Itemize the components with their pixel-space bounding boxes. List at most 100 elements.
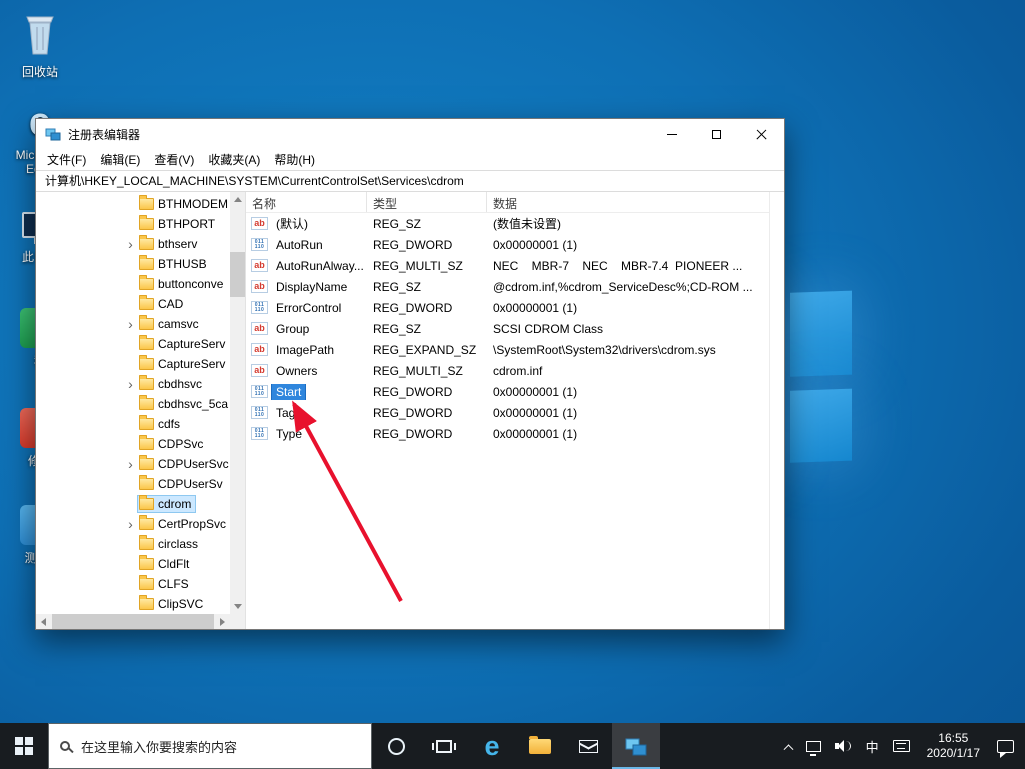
chevron-right-icon[interactable]: › <box>124 315 137 333</box>
column-header[interactable]: 名称 <box>246 192 367 212</box>
tree-item-label: CertPropSvc <box>158 517 227 531</box>
registry-value-row[interactable]: 011 110 ErrorControl REG_DWORD 0x00000001 (1… <box>246 297 769 318</box>
folder-icon <box>139 295 154 310</box>
chevron-right-icon[interactable]: › <box>124 455 137 473</box>
titlebar[interactable]: 注册表编辑器 <box>36 119 784 149</box>
menu-item[interactable]: 编辑(E) <box>93 149 147 170</box>
tree-item-BTHUSB[interactable]: BTHUSB <box>36 254 230 274</box>
column-header[interactable]: 类型 <box>367 192 487 212</box>
cortana-button[interactable] <box>372 723 420 769</box>
registry-value-row[interactable]: ab Group REG_SZ SCSI CDROM Class <box>246 318 769 339</box>
tree-item-CDPUserSvc[interactable]: › CDPUserSvc <box>36 454 230 474</box>
registry-value-row[interactable]: ab ImagePath REG_EXPAND_SZ \SystemRoot\Syst… <box>246 339 769 360</box>
values-scrollbar-track[interactable] <box>769 192 784 629</box>
volume-tray-button[interactable] <box>828 723 859 769</box>
maximize-button[interactable] <box>694 119 739 149</box>
tree-item-CDPUserSv[interactable]: CDPUserSv <box>36 474 230 494</box>
registry-value-row[interactable]: 011 110 Start REG_DWORD 0x00000001 (1) <box>246 381 769 402</box>
tree-item-label: CaptureServ <box>158 337 226 351</box>
taskbar-clock[interactable]: 16:55 2020/1/17 <box>917 731 990 761</box>
registry-value-row[interactable]: ab AutoRunAlway... REG_MULTI_SZ NEC MBR-7 N… <box>246 255 769 276</box>
chevron-right-icon[interactable]: › <box>124 235 137 253</box>
tree-item-bthserv[interactable]: › bthserv <box>36 234 230 254</box>
tree-item-buttonconve[interactable]: buttonconve <box>36 274 230 294</box>
registry-value-row[interactable]: ab (默认) REG_SZ (数值未设置) <box>246 213 769 234</box>
tree-item-circlass[interactable]: circlass <box>36 534 230 554</box>
search-placeholder: 在这里输入你要搜索的内容 <box>81 739 238 755</box>
menu-item[interactable]: 文件(F) <box>40 149 93 170</box>
desktop-icon-recycle-bin[interactable]: 回收站 <box>8 10 72 80</box>
taskbar-search-input[interactable]: 在这里输入你要搜索的内容 <box>48 723 372 769</box>
value-name-cell: ab DisplayName <box>246 279 367 295</box>
tray-overflow-button[interactable] <box>778 723 799 769</box>
tree-item-CaptureServ[interactable]: CaptureServ <box>36 354 230 374</box>
string-value-icon: ab <box>251 259 268 272</box>
horizontal-scroll-thumb[interactable] <box>52 614 214 629</box>
action-center-button[interactable] <box>990 723 1021 769</box>
registry-value-row[interactable]: ab DisplayName REG_SZ @cdrom.inf,%cdrom_Ser… <box>246 276 769 297</box>
value-name: ErrorControl <box>276 300 342 315</box>
tree-item-CAD[interactable]: CAD <box>36 294 230 314</box>
ime-indicator[interactable]: 中 <box>859 723 886 769</box>
close-button[interactable] <box>739 119 784 149</box>
file-explorer-button[interactable] <box>516 723 564 769</box>
tree-item-CDPSvc[interactable]: CDPSvc <box>36 434 230 454</box>
tree-item-camsvc[interactable]: › camsvc <box>36 314 230 334</box>
tree-item-label: CAD <box>158 297 184 311</box>
tree-item-cdrom[interactable]: cdrom <box>36 494 230 514</box>
scroll-up-icon[interactable] <box>234 197 242 202</box>
tree-item-cbdhsvc_5ca[interactable]: cbdhsvc_5ca <box>36 394 230 414</box>
values-header: 名称 类型 数据 <box>246 192 769 213</box>
tree-item-CLFS[interactable]: CLFS <box>36 574 230 594</box>
folder-icon <box>139 195 154 210</box>
folder-icon <box>139 495 154 510</box>
mail-button[interactable] <box>564 723 612 769</box>
chevron-right-icon[interactable]: › <box>124 375 137 393</box>
column-header[interactable]: 数据 <box>487 192 769 212</box>
registry-value-row[interactable]: 011 110 Type REG_DWORD 0x00000001 (1) <box>246 423 769 444</box>
vertical-scroll-thumb[interactable] <box>230 252 245 297</box>
tree-item-CaptureServ[interactable]: CaptureServ <box>36 334 230 354</box>
touch-keyboard-button[interactable] <box>886 723 917 769</box>
notification-icon <box>997 739 1014 758</box>
menu-item[interactable]: 帮助(H) <box>267 149 322 170</box>
menu-item[interactable]: 收藏夹(A) <box>201 149 267 170</box>
menu-item[interactable]: 查看(V) <box>147 149 201 170</box>
value-name-cell: ab Owners <box>246 363 367 379</box>
network-tray-button[interactable] <box>799 723 828 769</box>
edge-taskbar-button[interactable]: e <box>468 723 516 769</box>
value-name: AutoRun <box>276 237 323 252</box>
chevron-up-icon <box>783 743 794 754</box>
tree-item-ClipSVC[interactable]: ClipSVC <box>36 594 230 614</box>
tree-item-CldFlt[interactable]: CldFlt <box>36 554 230 574</box>
tree-item-CertPropSvc[interactable]: › CertPropSvc <box>36 514 230 534</box>
value-name-cell: 011 110 Tag <box>246 405 367 421</box>
recycle-bin-icon <box>8 10 72 59</box>
registry-value-row[interactable]: ab Owners REG_MULTI_SZ cdrom.inf <box>246 360 769 381</box>
folder-icon <box>139 535 154 550</box>
start-button[interactable] <box>0 723 48 769</box>
address-bar[interactable]: 计算机\HKEY_LOCAL_MACHINE\SYSTEM\CurrentCon… <box>36 170 784 192</box>
tree-item-cbdhsvc[interactable]: › cbdhsvc <box>36 374 230 394</box>
tree-horizontal-scrollbar[interactable] <box>36 614 230 629</box>
tree-vertical-scrollbar[interactable] <box>230 192 245 614</box>
value-type: REG_DWORD <box>373 405 453 420</box>
value-name-cell: ab AutoRunAlway... <box>246 258 367 274</box>
scroll-down-icon[interactable] <box>234 604 242 609</box>
tree-entry: camsvc <box>137 315 204 333</box>
task-view-button[interactable] <box>420 723 468 769</box>
scroll-right-icon[interactable] <box>220 618 225 626</box>
folder-icon <box>139 575 154 590</box>
tree-item-BTHPORT[interactable]: BTHPORT <box>36 214 230 234</box>
regedit-taskbar-button[interactable] <box>612 723 660 769</box>
registry-value-row[interactable]: 011 110 AutoRun REG_DWORD 0x00000001 (1) <box>246 234 769 255</box>
taskbar: 在这里输入你要搜索的内容 e 中 16:55 2020/1/17 <box>0 723 1025 769</box>
scroll-left-icon[interactable] <box>41 618 46 626</box>
folder-icon <box>139 475 154 490</box>
tree-item-cdfs[interactable]: cdfs <box>36 414 230 434</box>
folder-icon <box>139 395 154 410</box>
registry-value-row[interactable]: 011 110 Tag REG_DWORD 0x00000001 (1) <box>246 402 769 423</box>
tree-item-BTHMODEM[interactable]: BTHMODEM <box>36 194 230 214</box>
chevron-right-icon[interactable]: › <box>124 515 137 533</box>
minimize-button[interactable] <box>649 119 694 149</box>
